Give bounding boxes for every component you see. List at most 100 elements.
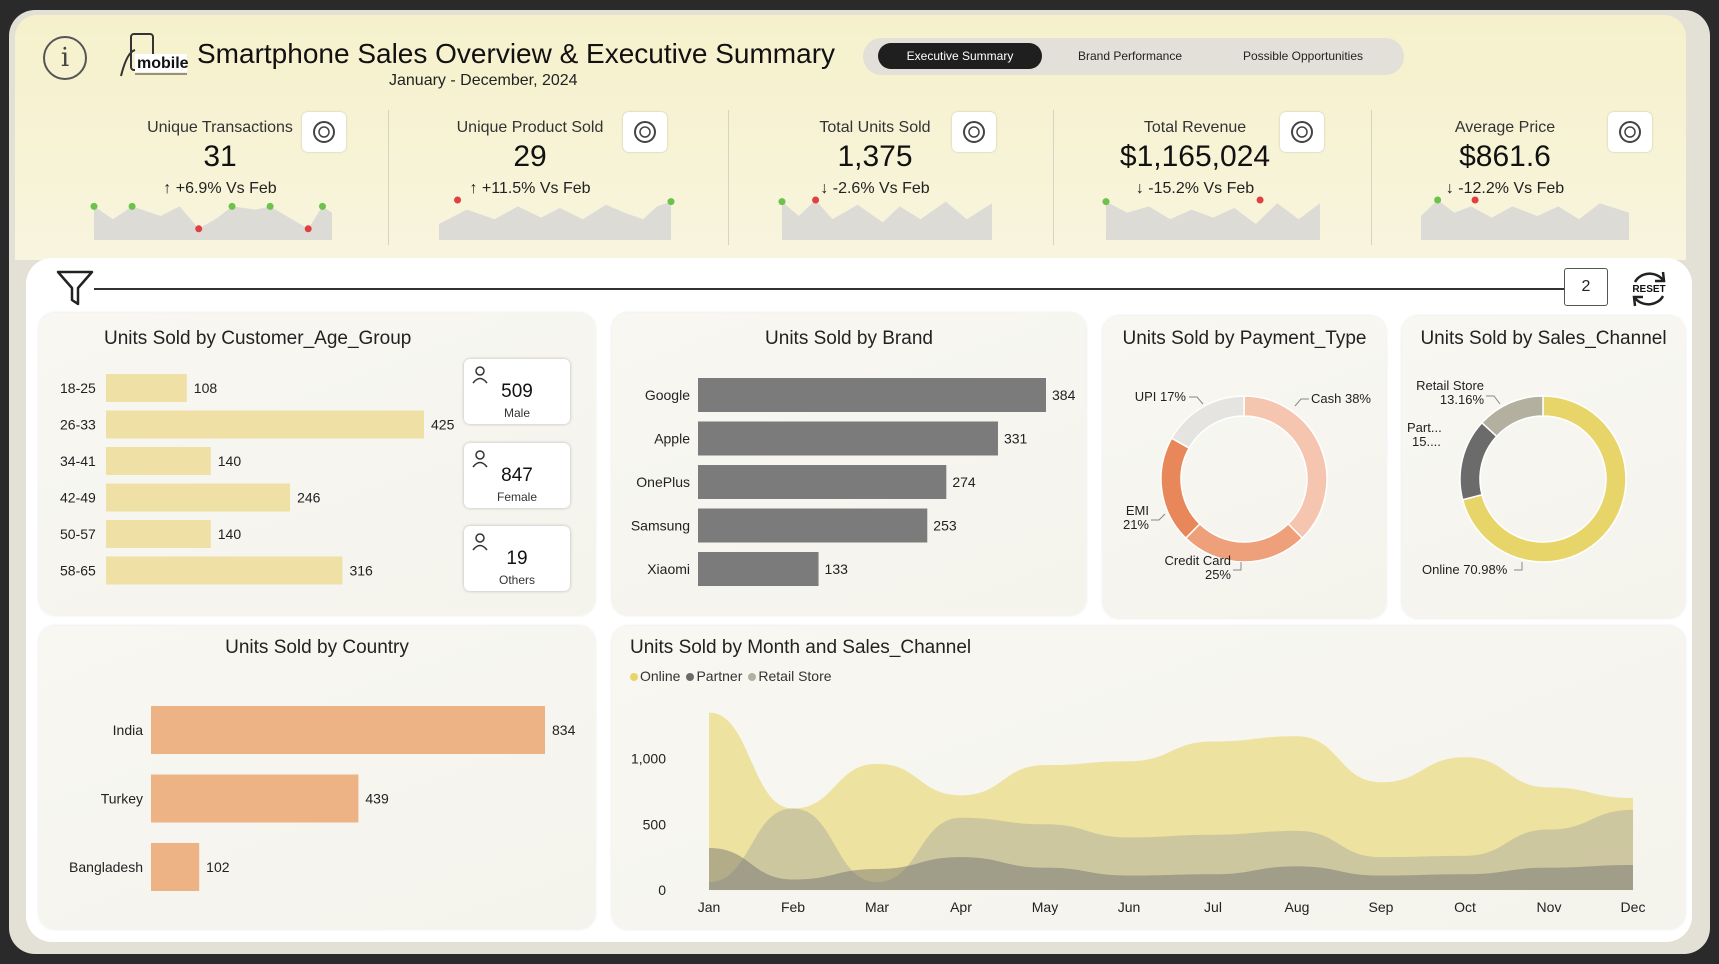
- info-icon[interactable]: i: [43, 36, 87, 80]
- brand-bar-chart: Google 384 Apple 331 OnePlus 274 Samsung 253 Xia…: [631, 378, 1076, 586]
- sparkline-area: [94, 206, 332, 240]
- brand-value-label: 384: [1052, 387, 1076, 403]
- kpi-separator: [1053, 110, 1054, 245]
- brand-value-label: 253: [933, 518, 957, 534]
- country-card: Units Sold by Country India 834 Turkey 439 B…: [39, 626, 595, 929]
- x-tick-label: Aug: [1285, 899, 1310, 915]
- mobile-logo: mobile: [120, 33, 189, 77]
- kpi-label: Unique Product Sold: [456, 119, 604, 136]
- age-value-label: 246: [297, 490, 321, 506]
- y-tick-label: 1,000: [631, 751, 666, 767]
- filter-icon[interactable]: [56, 268, 94, 308]
- sparkline-area: [439, 201, 671, 240]
- x-tick-label: Apr: [950, 899, 972, 915]
- brand-value-label: 331: [1004, 431, 1028, 447]
- kpi-value: $861.6: [1459, 140, 1551, 173]
- age-category-label: 42-49: [60, 490, 96, 506]
- gender-value: 509: [501, 381, 533, 402]
- x-tick-label: Jun: [1118, 899, 1141, 915]
- filter-slider-track[interactable]: [94, 288, 1564, 290]
- gender-value: 847: [501, 465, 533, 486]
- country-value-label: 439: [365, 791, 389, 807]
- country-bar: [151, 843, 200, 891]
- month-channel-card: Units Sold by Month and Sales_Channel On…: [612, 626, 1685, 929]
- x-tick-label: Jan: [698, 899, 721, 915]
- age-value-label: 425: [431, 417, 455, 433]
- cash-slice: [1243, 395, 1328, 540]
- country-value-label: 102: [206, 859, 230, 875]
- legend-partner[interactable]: Partner: [686, 668, 742, 684]
- gender-label: Female: [496, 490, 537, 504]
- partner-slice: [1459, 421, 1498, 501]
- age-value-label: 140: [218, 453, 242, 469]
- smartphone-icon: [623, 112, 667, 152]
- brand-category-label: Google: [645, 387, 690, 403]
- sparkline-up-marker: [128, 202, 136, 210]
- age-category-label: 26-33: [60, 417, 96, 433]
- age-bar: [106, 447, 211, 475]
- partner-label: Part...: [1407, 420, 1442, 435]
- emi-leader: [1151, 513, 1166, 521]
- retail-store-pct: 13.16%: [1440, 392, 1485, 407]
- brand-bar: [698, 421, 998, 456]
- page-subtitle: January - December, 2024: [389, 72, 578, 89]
- legend-online[interactable]: Online: [630, 668, 680, 684]
- upi-label: UPI 17%: [1135, 389, 1187, 404]
- age-bar-chart: 18-25 108 26-33 425 34-41 140 42-49 246 50-57 140…: [60, 374, 455, 585]
- sparkline-up-marker: [228, 202, 236, 210]
- partner-pct: 15....: [1412, 434, 1441, 449]
- page-number-box[interactable]: 2: [1564, 268, 1608, 306]
- age-category-label: 18-25: [60, 380, 96, 396]
- tab-possible-opportunities[interactable]: Possible Opportunities: [1218, 43, 1388, 69]
- credit-card-pct: 25%: [1205, 567, 1231, 582]
- reset-button[interactable]: RESET: [1627, 268, 1671, 308]
- kpi-sparkline: [1102, 196, 1320, 240]
- cash-leader: [1294, 398, 1309, 407]
- brand-category-label: OnePlus: [636, 474, 690, 490]
- sparkline-up-marker: [667, 198, 675, 206]
- sales-channel-card: Units Sold by Sales_Channel Retail Store…: [1402, 316, 1685, 618]
- kpi-sparkline: [1421, 196, 1629, 240]
- x-tick-label: Sep: [1369, 899, 1394, 915]
- country-category-label: India: [113, 722, 144, 738]
- kpi-sparkline: [778, 196, 992, 240]
- brand-category-label: Apple: [654, 431, 690, 447]
- page-title: Smartphone Sales Overview & Executive Su…: [197, 38, 836, 69]
- emi-pct: 21%: [1123, 517, 1149, 532]
- payment-donut-chart: Cash 38% Credit Card25% EMI21% UPI 17%: [1123, 389, 1371, 582]
- sparkline-down-marker: [195, 225, 203, 233]
- money-cycle-icon: [302, 112, 346, 152]
- page-tabs: Executive Summary Brand Performance Poss…: [863, 38, 1404, 75]
- sparkline-area: [1421, 200, 1629, 240]
- upi-leader: [1189, 396, 1204, 405]
- retail-store-slice: [1480, 395, 1544, 438]
- x-tick-label: Jul: [1204, 899, 1222, 915]
- gender-card[interactable]: 509 Male: [464, 359, 570, 424]
- month-area-chart: 0 500 1,000 Jan Feb Mar Apr May Jun Jul Aug Sep Oct N…: [631, 712, 1645, 915]
- age-bar: [106, 520, 211, 548]
- age-bar: [106, 410, 424, 439]
- brand-value-label: 274: [952, 474, 976, 490]
- sparkline-area: [1106, 201, 1320, 240]
- x-tick-label: May: [1032, 899, 1058, 915]
- gender-value: 19: [506, 548, 528, 569]
- x-tick-label: Nov: [1537, 899, 1562, 915]
- sparkline-up-marker: [266, 202, 274, 210]
- age-group-card: Units Sold by Customer_Age_Group 18-25 10…: [39, 313, 595, 615]
- kpi-sparkline: [439, 196, 675, 240]
- emi-label: EMI: [1126, 503, 1149, 518]
- online-leader: [1514, 562, 1523, 571]
- tab-brand-performance[interactable]: Brand Performance: [1048, 43, 1212, 69]
- brand-bar: [698, 465, 947, 499]
- sparkline-down-marker: [1256, 196, 1264, 204]
- retail-store-label: Retail Store: [1416, 378, 1484, 393]
- phones-stack-icon: [952, 112, 996, 152]
- payment-type-card: Units Sold by Payment_Type Cash 38% Credi…: [1103, 316, 1386, 618]
- legend-retail-store[interactable]: Retail Store: [748, 668, 832, 684]
- gender-card[interactable]: 847 Female: [464, 443, 570, 508]
- sparkline-up-marker: [318, 202, 326, 210]
- tab-executive-summary[interactable]: Executive Summary: [878, 43, 1042, 69]
- gender-card[interactable]: 19 Others: [464, 526, 570, 591]
- channel-donut-chart: Retail Store13.16% Part...15.... Online 70…: [1407, 378, 1627, 577]
- dollar-cycle-icon: [1280, 112, 1324, 152]
